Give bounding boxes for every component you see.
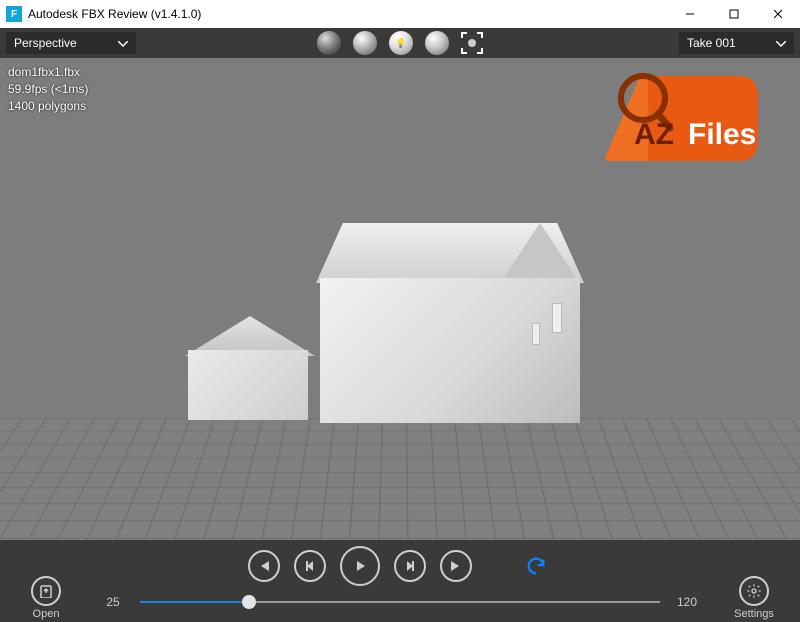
shading-lit-icon[interactable]: 💡 — [389, 31, 413, 55]
playback-controls — [18, 546, 782, 586]
maximize-button[interactable] — [712, 0, 756, 28]
open-button-group: Open — [18, 576, 74, 620]
top-toolbar: Perspective 💡 Take 001 — [0, 28, 800, 58]
view-mode-label: Perspective — [14, 36, 77, 50]
shading-wireframe-icon[interactable] — [425, 31, 449, 55]
open-label: Open — [33, 608, 60, 620]
end-frame-label: 120 — [672, 595, 702, 609]
view-mode-dropdown[interactable]: Perspective — [6, 32, 136, 54]
timeline-slider[interactable] — [140, 601, 660, 603]
open-button[interactable] — [31, 576, 61, 606]
app-icon: F — [6, 6, 22, 22]
model-house-large — [320, 223, 580, 423]
bottom-bar: Open 25 120 Settings — [0, 540, 800, 622]
window-title: Autodesk FBX Review (v1.4.1.0) — [28, 7, 668, 21]
loop-button[interactable] — [520, 550, 552, 582]
title-bar: F Autodesk FBX Review (v1.4.1.0) — [0, 0, 800, 28]
next-frame-button[interactable] — [394, 550, 426, 582]
take-dropdown[interactable]: Take 001 — [679, 32, 794, 54]
chevron-down-icon — [118, 36, 128, 50]
settings-button-group: Settings — [726, 576, 782, 620]
settings-button[interactable] — [739, 576, 769, 606]
take-label: Take 001 — [687, 36, 736, 50]
timeline-thumb[interactable] — [242, 595, 256, 609]
shading-mode-group: 💡 — [317, 31, 483, 55]
chevron-down-icon — [776, 36, 786, 50]
prev-frame-button[interactable] — [294, 550, 326, 582]
first-frame-button[interactable] — [248, 550, 280, 582]
viewport-3d[interactable]: dom1fbx1.fbx 59.9fps (<1ms) 1400 polygon… — [0, 58, 800, 540]
play-button[interactable] — [340, 546, 380, 586]
minimize-button[interactable] — [668, 0, 712, 28]
settings-label: Settings — [734, 608, 774, 620]
viewport-scene — [0, 58, 800, 540]
window-controls — [668, 0, 800, 28]
grid-floor — [0, 418, 800, 540]
last-frame-button[interactable] — [440, 550, 472, 582]
shading-flat-icon[interactable] — [353, 31, 377, 55]
close-button[interactable] — [756, 0, 800, 28]
shading-smooth-icon[interactable] — [317, 31, 341, 55]
current-frame-label: 25 — [98, 595, 128, 609]
frame-selection-icon[interactable] — [461, 32, 483, 54]
timeline-fill — [140, 601, 249, 603]
